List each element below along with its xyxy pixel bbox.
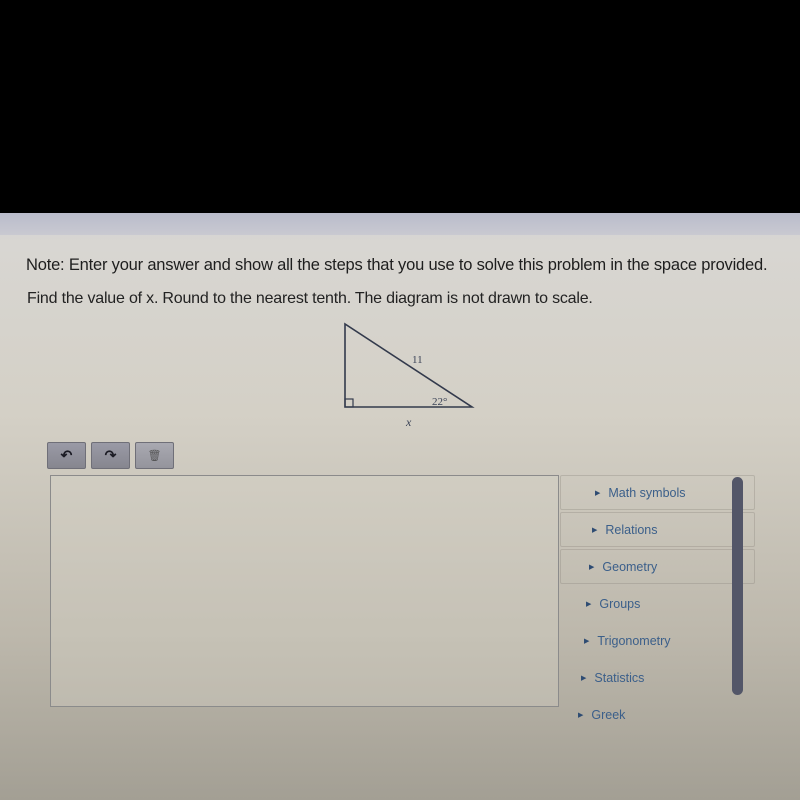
palette-statistics[interactable]: ▶ Statistics [560, 660, 755, 695]
editor-toolbar: ↶ ↷ 🗑 [47, 442, 174, 469]
palette-item-label: Math symbols [608, 485, 686, 500]
palette-greek[interactable]: ▶ Greek [560, 697, 755, 732]
undo-icon: ↶ [60, 447, 73, 463]
expand-triangle-icon: ▶ [581, 674, 587, 682]
palette-trigonometry[interactable]: ▶ Trigonometry [560, 623, 755, 658]
redo-icon: ↷ [104, 447, 117, 463]
expand-triangle-icon: ▶ [584, 637, 590, 645]
trash-icon: 🗑 [147, 450, 162, 462]
palette-relations[interactable]: ▶ Relations [560, 512, 755, 547]
palette-item-label: Geometry [602, 559, 658, 574]
palette-math-symbols[interactable]: ▶ Math symbols [560, 475, 755, 510]
hypotenuse-label: 11 [412, 354, 423, 366]
expand-triangle-icon: ▶ [589, 563, 595, 571]
undo-button[interactable]: ↶ [47, 442, 86, 469]
symbol-palette: ▶ Math symbols ▶ Relations ▶ Geometry ▶ … [560, 475, 755, 734]
palette-geometry[interactable]: ▶ Geometry [560, 549, 755, 584]
clear-button[interactable]: 🗑 [135, 442, 174, 469]
expand-triangle-icon: ▶ [578, 711, 584, 719]
right-angle-marker [344, 398, 354, 408]
palette-item-label: Trigonometry [597, 633, 671, 648]
question-text: Find the value of x. Round to the neares… [27, 290, 593, 307]
triangle-diagram: 11 22° x [344, 322, 475, 429]
palette-groups[interactable]: ▶ Groups [560, 586, 755, 621]
top-band [0, 213, 800, 235]
base-label: x [405, 415, 412, 429]
answer-editor[interactable] [50, 475, 559, 707]
triangle-shape [344, 322, 475, 408]
screen: Note: Enter your answer and show all the… [0, 213, 800, 800]
expand-triangle-icon: ▶ [595, 489, 601, 497]
redo-button[interactable]: ↷ [91, 442, 130, 469]
palette-scrollbar[interactable] [732, 477, 743, 695]
palette-item-label: Groups [599, 596, 641, 611]
expand-triangle-icon: ▶ [586, 600, 592, 608]
angle-label: 22° [432, 396, 447, 408]
instruction-note: Note: Enter your answer and show all the… [26, 256, 768, 274]
expand-triangle-icon: ▶ [592, 526, 598, 534]
palette-item-label: Greek [591, 707, 626, 722]
palette-item-label: Statistics [594, 670, 645, 685]
palette-item-label: Relations [605, 522, 658, 537]
